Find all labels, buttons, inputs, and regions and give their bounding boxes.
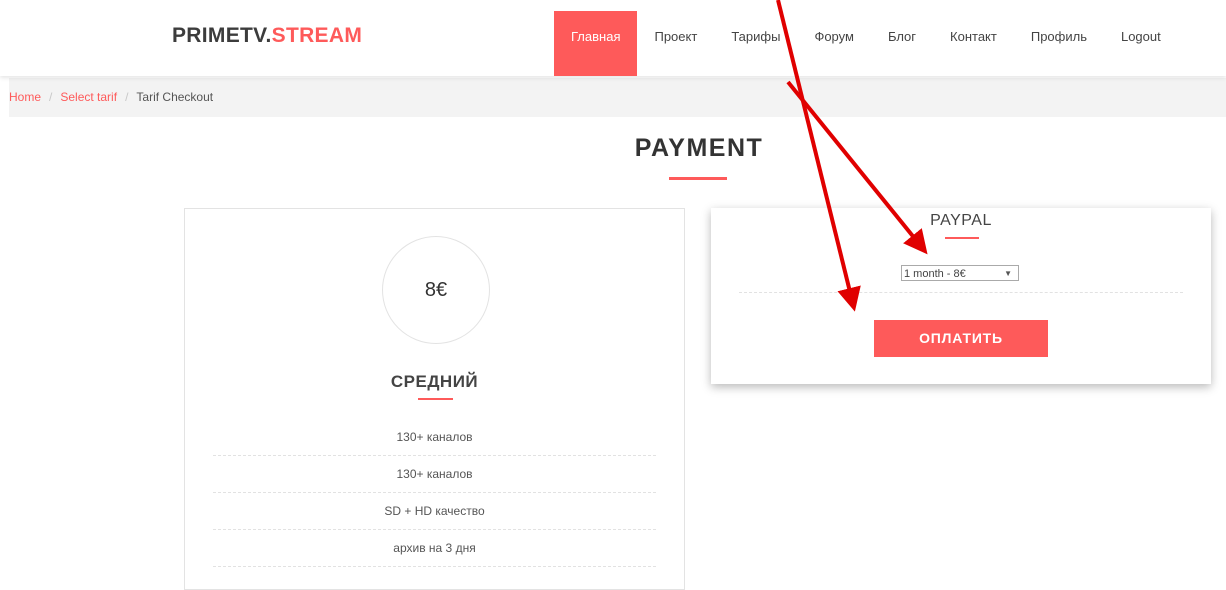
nav-project[interactable]: Проект: [637, 11, 714, 76]
pay-button[interactable]: ОПЛАТИТЬ: [874, 320, 1048, 357]
plan-underline: [418, 398, 453, 400]
plan-name: СРЕДНИЙ: [390, 372, 479, 391]
breadcrumb-separator: /: [125, 90, 129, 104]
paypal-underline: [945, 237, 979, 239]
feature-item: 130+ каналов: [213, 419, 656, 456]
breadcrumb: Home / Select tarif / Tarif Checkout: [9, 78, 1226, 117]
nav-home[interactable]: Главная: [554, 11, 638, 76]
feature-list: 130+ каналов 130+ каналов SD + HD качест…: [213, 419, 656, 567]
paypal-title: PAYPAL: [930, 212, 992, 229]
page-title: PAYMENT: [634, 134, 764, 162]
nav-forum[interactable]: Форум: [797, 11, 871, 76]
divider: [739, 292, 1183, 293]
breadcrumb-separator: /: [49, 90, 53, 104]
logo-main: PRIMETV.: [172, 24, 272, 47]
nav-profile[interactable]: Профиль: [1014, 11, 1104, 76]
period-select[interactable]: 1 month - 8€ ▼: [901, 265, 1019, 281]
site-logo[interactable]: PRIMETV.STREAM: [172, 24, 362, 48]
feature-item: архив на 3 дня: [213, 530, 656, 567]
breadcrumb-home[interactable]: Home: [9, 90, 41, 104]
site-header: PRIMETV.STREAM Главная Проект Тарифы Фор…: [0, 0, 1226, 76]
feature-item: 130+ каналов: [213, 456, 656, 493]
nav-tariffs[interactable]: Тарифы: [714, 11, 797, 76]
title-underline: [669, 177, 727, 180]
breadcrumb-select-tarif[interactable]: Select tarif: [60, 90, 117, 104]
nav-logout[interactable]: Logout: [1104, 11, 1178, 76]
dropdown-arrow-icon: ▼: [1004, 269, 1012, 278]
price-circle: 8€: [382, 236, 490, 344]
breadcrumb-current: Tarif Checkout: [136, 90, 214, 104]
nav-contact[interactable]: Контакт: [933, 11, 1014, 76]
nav-blog[interactable]: Блог: [871, 11, 933, 76]
paypal-card: PAYPAL 1 month - 8€ ▼ ОПЛАТИТЬ: [711, 208, 1211, 384]
logo-accent: STREAM: [271, 24, 363, 47]
feature-item: SD + HD качество: [213, 493, 656, 530]
period-select-value: 1 month - 8€: [904, 268, 966, 280]
tariff-card: 8€ СРЕДНИЙ 130+ каналов 130+ каналов SD …: [184, 208, 685, 590]
main-nav: Главная Проект Тарифы Форум Блог Контакт…: [554, 11, 1178, 76]
